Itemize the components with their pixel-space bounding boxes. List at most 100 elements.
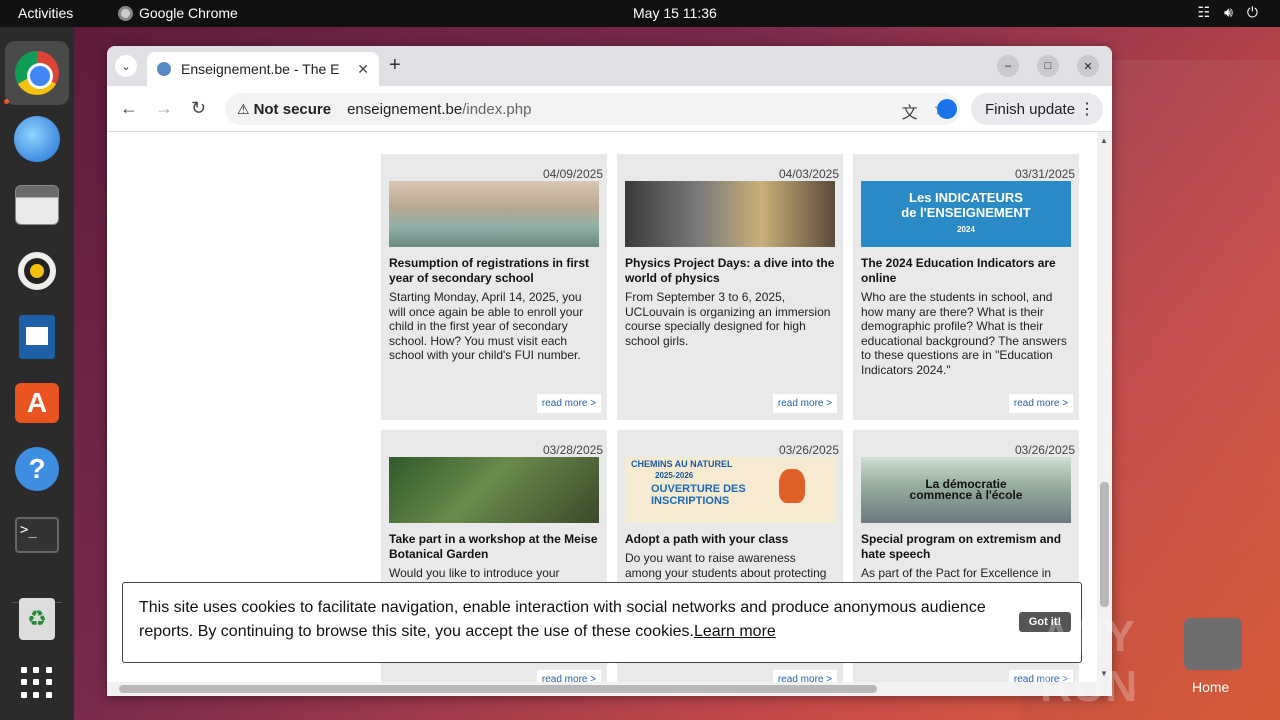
news-card: 04/03/2025 Physics Project Days: a dive …: [617, 154, 843, 420]
security-label[interactable]: Not secure: [254, 101, 332, 118]
site-favicon-icon: [157, 62, 171, 76]
tab-close-icon[interactable]: ✕: [357, 61, 369, 78]
read-more-link[interactable]: read more >: [773, 394, 837, 413]
home-label[interactable]: Home: [1192, 679, 1229, 695]
power-icon: ⏻: [1246, 4, 1258, 20]
dock-help[interactable]: ?: [12, 444, 62, 494]
card-title[interactable]: Special program on extremism and hate sp…: [861, 532, 1071, 562]
translate-icon[interactable]: 文: [902, 99, 918, 123]
dock-terminal[interactable]: >_: [12, 510, 62, 560]
horizontal-scrollbar[interactable]: [107, 682, 1112, 696]
tab-title: Enseignement.be - The E: [181, 61, 340, 77]
reload-icon[interactable]: ↻: [191, 98, 206, 119]
card-body: Would you like to introduce your: [389, 566, 560, 580]
files-icon: [15, 185, 59, 225]
image-text: Les INDICATEURS: [909, 190, 1023, 205]
horizontal-scroll-thumb[interactable]: [119, 685, 877, 693]
app-menu[interactable]: Google Chrome: [118, 5, 238, 21]
card-title[interactable]: The 2024 Education Indicators are online: [861, 256, 1071, 286]
previous-read-more-stub[interactable]: [1009, 132, 1073, 138]
image-text: de l'ENSEIGNEMENT: [901, 205, 1031, 220]
card-image[interactable]: La démocratie commence à l'école: [861, 457, 1071, 523]
image-text: 2024: [957, 225, 975, 234]
card-date: 03/31/2025: [1014, 167, 1075, 181]
image-text: OUVERTURE DES INSCRIPTIONS: [651, 483, 746, 507]
image-text: La démocratie commence à l'école: [909, 477, 1023, 502]
url-path: /index.php: [462, 100, 532, 118]
dock-software[interactable]: A: [12, 378, 62, 428]
new-tab-button[interactable]: +: [389, 54, 401, 77]
card-image[interactable]: [625, 181, 835, 247]
previous-read-more-stub[interactable]: [773, 132, 837, 138]
tab-bar: ⌄ Enseignement.be - The E ✕ + – □ ✕: [107, 46, 1112, 86]
news-card: 03/31/2025 Les INDICATEURS de l'ENSEIGNE…: [853, 154, 1079, 420]
clock[interactable]: May 15 11:36: [633, 5, 717, 21]
dock-app-grid[interactable]: [12, 658, 62, 708]
profile-avatar-icon[interactable]: [937, 99, 957, 119]
activities-button[interactable]: Activities: [18, 5, 73, 21]
software-store-icon: A: [15, 383, 59, 423]
card-image[interactable]: [389, 457, 599, 523]
chrome-icon: [15, 51, 59, 95]
card-body: As part of the Pact for Excellence in: [861, 566, 1052, 580]
card-title[interactable]: Physics Project Days: a dive into the wo…: [625, 256, 835, 286]
back-icon[interactable]: ←: [120, 98, 138, 119]
dock-rhythmbox[interactable]: [12, 246, 62, 296]
tab-search-button[interactable]: ⌄: [115, 55, 137, 77]
warning-icon[interactable]: ⚠: [237, 101, 250, 118]
squirrel-illustration: [779, 469, 805, 503]
minimize-button[interactable]: –: [997, 55, 1019, 77]
tab-active[interactable]: Enseignement.be - The E ✕: [147, 52, 379, 86]
learn-more-link[interactable]: Learn more: [694, 623, 776, 640]
read-more-link[interactable]: read more >: [537, 670, 601, 682]
card-title[interactable]: Adopt a path with your class: [625, 532, 835, 547]
vertical-scroll-thumb[interactable]: [1100, 482, 1109, 607]
vertical-scrollbar[interactable]: ▲ ▼: [1097, 132, 1112, 682]
dock-trash[interactable]: ♻: [12, 594, 62, 644]
chrome-window: ⌄ Enseignement.be - The E ✕ + – □ ✕ ← → …: [107, 46, 1112, 696]
finish-update-label: Finish update: [985, 100, 1076, 118]
dock: A ? >_ ♻: [0, 27, 74, 720]
dock-chrome[interactable]: [5, 41, 69, 105]
top-bar: Activities Google Chrome May 15 11:36 ☷ …: [0, 0, 1280, 27]
card-title[interactable]: Take part in a workshop at the Meise Bot…: [389, 532, 599, 562]
dock-files[interactable]: [12, 180, 62, 230]
card-body: From September 3 to 6, 2025, UCLouvain i…: [625, 290, 831, 348]
card-title[interactable]: Resumption of registrations in first yea…: [389, 256, 599, 286]
read-more-link[interactable]: read more >: [537, 394, 601, 413]
card-image[interactable]: CHEMINS AU NATUREL 2025-2026 OUVERTURE D…: [625, 457, 835, 523]
chrome-small-icon: [118, 5, 133, 21]
watermark: ANY RUN: [1040, 612, 1139, 711]
address-bar[interactable]: ⚠ Not secure enseignement.be/index.php 文…: [225, 93, 960, 125]
card-body: Do you want to raise awareness among you…: [625, 551, 827, 580]
read-more-link[interactable]: read more >: [773, 670, 837, 682]
app-grid-icon: [21, 667, 53, 699]
forward-icon[interactable]: →: [155, 98, 173, 119]
card-image[interactable]: [389, 181, 599, 247]
card-date: 03/26/2025: [1014, 443, 1075, 457]
card-image[interactable]: Les INDICATEURS de l'ENSEIGNEMENT 2024: [861, 181, 1071, 247]
card-body: Who are the students in school, and how …: [861, 290, 1067, 377]
system-tray[interactable]: ☷ 🔊︎ ⏻: [1198, 4, 1258, 21]
trash-icon: ♻: [19, 598, 55, 640]
card-date: 04/09/2025: [542, 167, 603, 181]
dock-writer[interactable]: [12, 312, 62, 362]
cookie-banner: This site uses cookies to facilitate nav…: [122, 582, 1082, 663]
card-date: 03/28/2025: [542, 443, 603, 457]
previous-read-more-stub[interactable]: [537, 132, 601, 138]
close-window-button[interactable]: ✕: [1077, 55, 1099, 77]
card-body: Starting Monday, April 14, 2025, you wil…: [389, 290, 584, 362]
read-more-link[interactable]: read more >: [1009, 394, 1073, 413]
dock-thunderbird[interactable]: [12, 114, 62, 164]
volume-icon: 🔊︎: [1224, 4, 1233, 20]
app-name: Google Chrome: [139, 5, 238, 21]
browser-toolbar: ← → ↻ ⚠ Not secure enseignement.be/index…: [107, 86, 1112, 132]
card-date: 03/26/2025: [778, 443, 839, 457]
scroll-up-icon[interactable]: ▲: [1100, 136, 1108, 145]
maximize-button[interactable]: □: [1037, 55, 1059, 77]
network-icon: ☷: [1197, 4, 1211, 20]
cookie-message: This site uses cookies to facilitate nav…: [139, 599, 986, 640]
news-card: 04/09/2025 Resumption of registrations i…: [381, 154, 607, 420]
finish-update-button[interactable]: Finish update ⋮: [971, 93, 1103, 125]
image-text: CHEMINS AU NATUREL: [631, 459, 733, 469]
